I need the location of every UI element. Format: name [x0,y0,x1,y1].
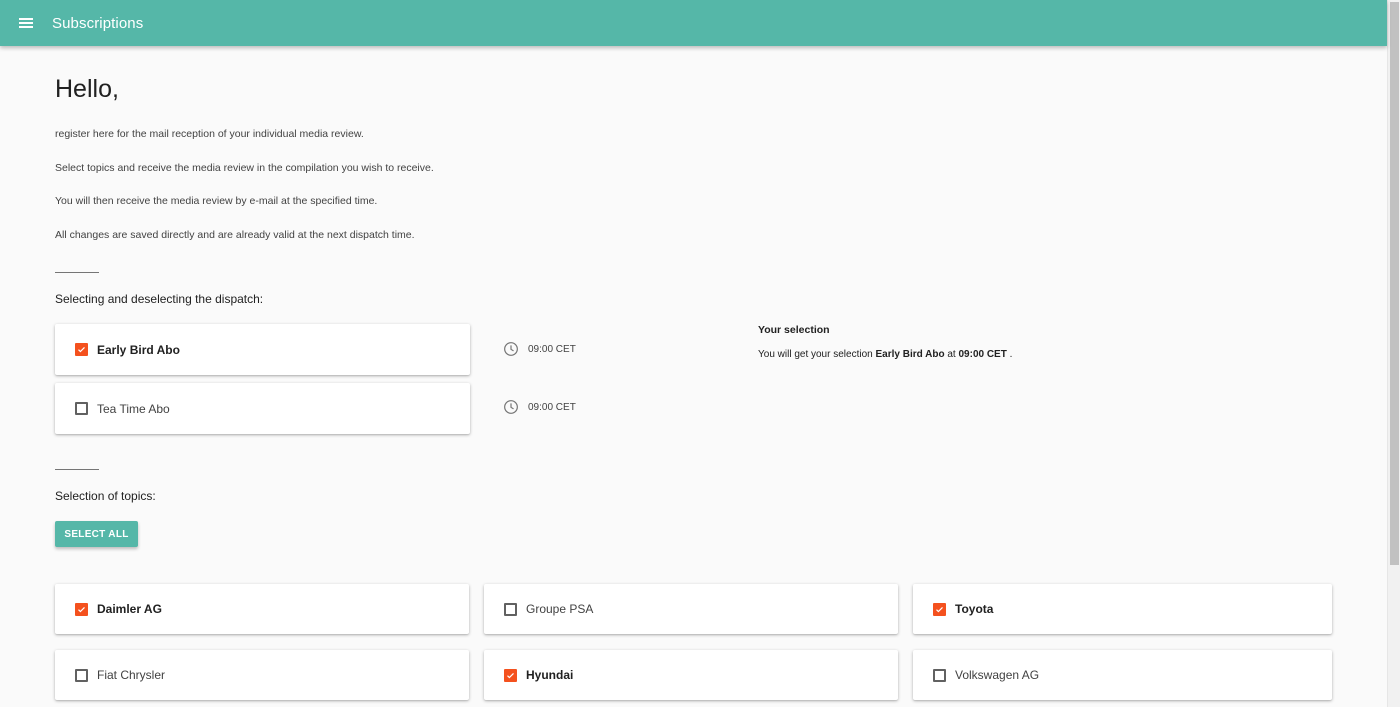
topic-label: Hyundai [526,668,574,682]
checkbox-unchecked-icon[interactable] [75,668,88,682]
clock-icon [504,400,518,414]
intro-line: All changes are saved directly and are a… [55,229,415,241]
page-title: Hello, [55,75,119,103]
selection-suffix: . [1009,349,1013,360]
divider [55,469,99,470]
selection-time: 09:00 CET [958,349,1007,360]
dispatch-label: Tea Time Abo [97,401,170,416]
topic-card-hyundai[interactable]: Hyundai [484,650,898,700]
checkbox-checked-icon[interactable] [75,602,88,616]
checkbox-unchecked-icon[interactable] [504,602,517,616]
topic-card-volkswagen[interactable]: Volkswagen AG [913,650,1332,700]
intro-line: register here for the mail reception of … [55,128,364,140]
intro-line: Select topics and receive the media revi… [55,162,434,174]
topic-label: Volkswagen AG [955,668,1040,682]
intro-line: You will then receive the media review b… [55,195,378,207]
select-all-button[interactable]: SELECT ALL [55,521,138,547]
topics-section-label: Selection of topics: [55,489,156,503]
scrollbar[interactable] [1387,0,1400,707]
clock-icon [504,342,518,356]
your-selection-title: Your selection [758,324,830,336]
topic-card-fiat-chrysler[interactable]: Fiat Chrysler [55,650,469,700]
dispatch-time: 09:00 CET [503,341,576,357]
checkbox-checked-icon[interactable] [504,668,517,682]
topic-label: Daimler AG [97,602,162,616]
topic-card-daimler[interactable]: Daimler AG [55,584,469,634]
app-title: Subscriptions [52,14,144,32]
selection-prefix: You will get your selection [758,349,873,360]
checkbox-unchecked-icon[interactable] [75,402,88,415]
selection-subscription: Early Bird Abo [875,349,945,360]
selection-at: at [947,349,956,360]
checkbox-checked-icon[interactable] [75,343,88,356]
your-selection-text: You will get your selection Early Bird A… [758,349,1012,360]
menu-icon[interactable] [0,0,52,46]
checkbox-unchecked-icon[interactable] [933,668,946,682]
divider [55,272,99,273]
dispatch-label: Early Bird Abo [97,342,180,357]
topic-card-toyota[interactable]: Toyota [913,584,1332,634]
topic-label: Fiat Chrysler [97,668,166,682]
topic-card-groupe-psa[interactable]: Groupe PSA [484,584,898,634]
dispatch-time-value: 09:00 CET [528,401,576,413]
topic-label: Groupe PSA [526,602,594,616]
dispatch-time: 09:00 CET [503,399,576,415]
app-bar: Subscriptions [0,0,1387,46]
dispatch-card-early-bird[interactable]: Early Bird Abo [55,324,470,375]
dispatch-time-value: 09:00 CET [528,343,576,355]
scrollbar-thumb[interactable] [1390,2,1399,565]
dispatch-section-label: Selecting and deselecting the dispatch: [55,292,264,306]
topic-label: Toyota [955,602,994,616]
checkbox-checked-icon[interactable] [933,602,946,616]
dispatch-card-tea-time[interactable]: Tea Time Abo [55,383,470,434]
